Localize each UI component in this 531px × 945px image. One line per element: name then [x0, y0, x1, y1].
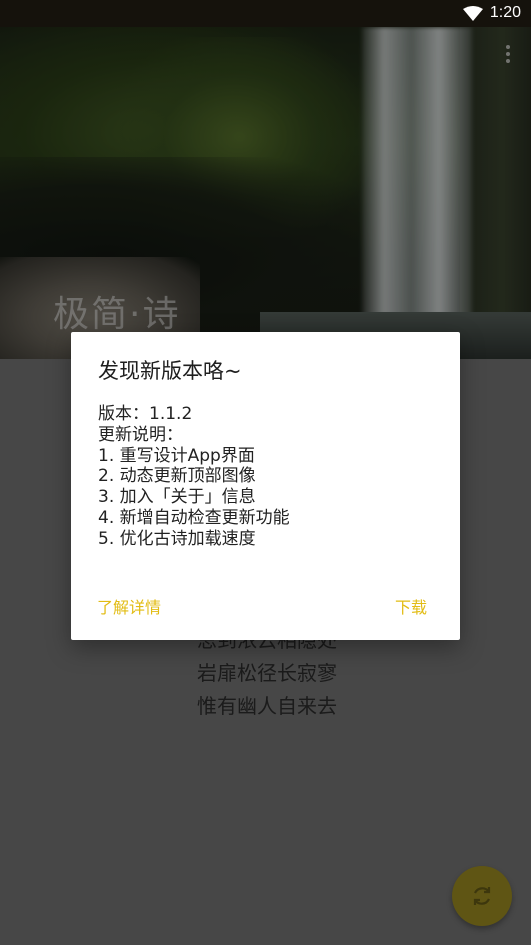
changelog-item: 2. 动态更新顶部图像 [98, 466, 256, 487]
download-button[interactable]: 下载 [395, 594, 427, 618]
refresh-fab[interactable] [452, 866, 512, 926]
changelog-item: 4. 新增自动检查更新功能 [98, 507, 290, 528]
changelog-item: 5. 优化古诗加载速度 [98, 528, 256, 549]
changelog-item: 3. 加入「关于」信息 [98, 487, 256, 508]
details-button[interactable]: 了解详情 [97, 594, 161, 618]
wifi-icon [463, 6, 483, 21]
dialog-title: 发现新版本咯~ [98, 359, 242, 383]
refresh-icon [473, 887, 491, 905]
dialog-body: 版本：1.1.2 更新说明： 1. 重写设计App界面 2. 动态更新顶部图像 … [98, 404, 438, 550]
update-dialog: 发现新版本咯~ 版本：1.1.2 更新说明： 1. 重写设计App界面 2. 动… [71, 332, 460, 640]
changelog-item: 1. 重写设计App界面 [98, 445, 255, 466]
version-line: 版本：1.1.2 [98, 404, 193, 424]
changelog-heading: 更新说明： [98, 424, 183, 445]
status-time: 1:20 [489, 4, 521, 21]
status-bar: 1:20 [0, 0, 531, 27]
